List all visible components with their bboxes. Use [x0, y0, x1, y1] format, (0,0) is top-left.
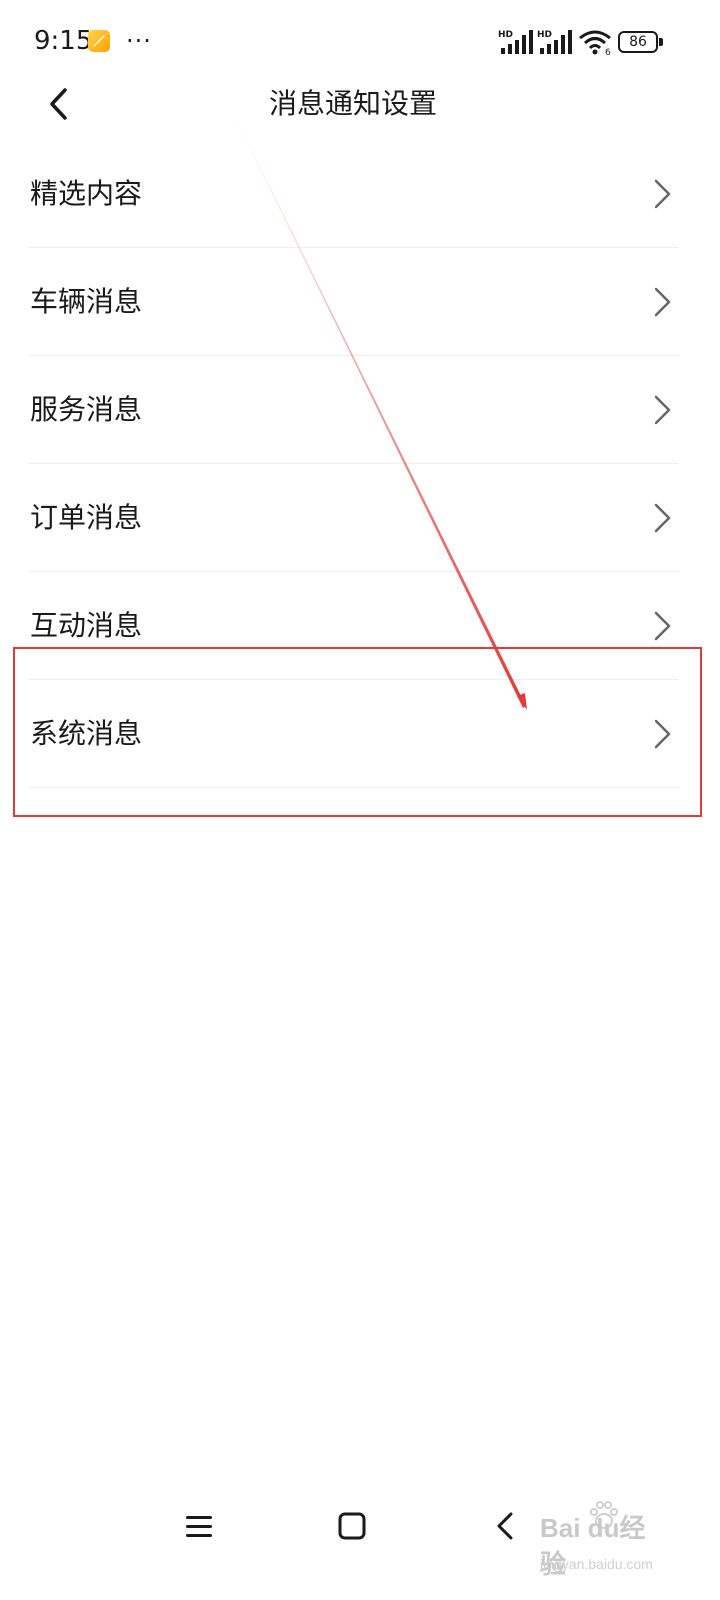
setting-item-label: 订单消息 [30, 501, 143, 534]
svg-text:HD: HD [498, 30, 513, 40]
setting-item-order[interactable]: 订单消息 [0, 464, 720, 572]
status-time: 9:15 [34, 26, 93, 56]
settings-list: 精选内容 车辆消息 服务消息 订单消息 互动消息 系统消息 [0, 140, 720, 788]
back-button[interactable] [36, 80, 84, 128]
watermark: Bai du经验 jingyan.baidu.com [540, 1500, 716, 1596]
chevron-left-icon [50, 88, 67, 120]
screen: 9:15 ··· HD HD 6 86 消息通知设置 精选内容 车辆消息 服务消… [0, 0, 720, 1600]
cellular-signal-icon: HD [498, 30, 533, 54]
watermark-logo: Bai du经验 [540, 1513, 646, 1579]
setting-item-vehicle[interactable]: 车辆消息 [0, 248, 720, 356]
page-title: 消息通知设置 [268, 87, 437, 120]
home-icon[interactable] [330, 1504, 374, 1548]
watermark-url: jingyan.baidu.com [540, 1556, 653, 1572]
divider [28, 787, 678, 788]
chevron-right-icon [654, 611, 671, 641]
more-notifications-icon: ··· [126, 27, 152, 55]
back-icon[interactable] [484, 1504, 528, 1548]
svg-text:6: 6 [605, 48, 611, 56]
svg-text:HD: HD [537, 30, 552, 40]
setting-item-interaction[interactable]: 互动消息 [0, 572, 720, 680]
chevron-right-icon [654, 179, 671, 209]
battery-icon: 86 [618, 31, 664, 53]
menu-icon[interactable] [177, 1504, 221, 1548]
chevron-right-icon [654, 287, 671, 317]
setting-item-label: 互动消息 [30, 609, 143, 642]
chevron-right-icon [654, 719, 671, 749]
nav-header: 消息通知设置 [0, 70, 720, 138]
cellular-signal-icon-2: HD [537, 30, 572, 54]
battery-tip [659, 38, 663, 46]
setting-item-label: 服务消息 [30, 393, 143, 426]
setting-item-featured[interactable]: 精选内容 [0, 140, 720, 248]
wifi-icon: 6 [579, 30, 611, 56]
chevron-right-icon [654, 503, 671, 533]
setting-item-label: 系统消息 [30, 717, 143, 750]
setting-item-system[interactable]: 系统消息 [0, 680, 720, 788]
battery-level: 86 [629, 34, 647, 50]
setting-item-label: 车辆消息 [30, 285, 143, 318]
chevron-right-icon [654, 395, 671, 425]
setting-item-label: 精选内容 [30, 177, 143, 210]
setting-item-service[interactable]: 服务消息 [0, 356, 720, 464]
gallery-notification-icon [88, 30, 110, 52]
